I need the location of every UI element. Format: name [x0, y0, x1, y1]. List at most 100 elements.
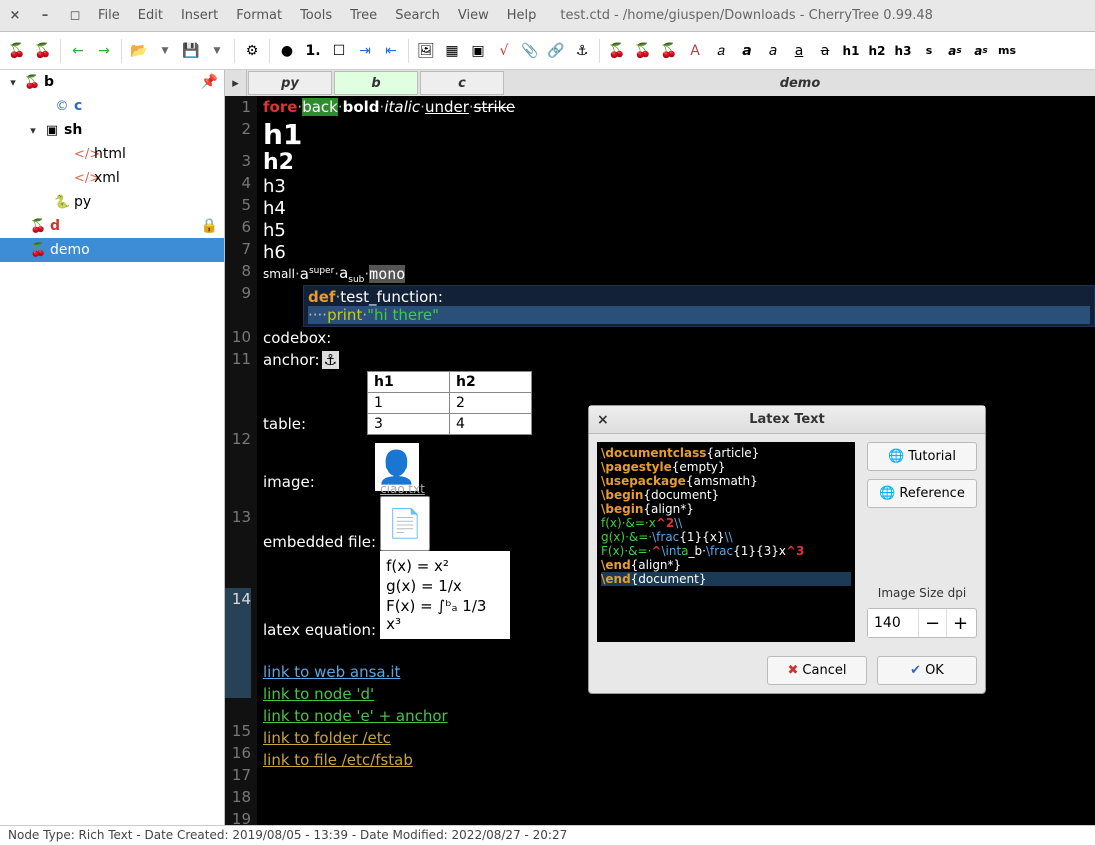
dpi-label: Image Size dpi [867, 586, 977, 600]
bold-text: bold [343, 98, 380, 116]
menu-file[interactable]: File [98, 8, 120, 23]
cherry-red-icon[interactable]: 🍒 [6, 40, 28, 62]
fg-pick-icon[interactable]: 🍒 [658, 40, 680, 62]
back-arrow-icon[interactable]: ← [67, 40, 89, 62]
insert-link-icon[interactable]: 🔗 [545, 40, 567, 62]
insert-image-icon[interactable]: 🖼 [415, 40, 437, 62]
save-icon[interactable]: 💾 [180, 40, 202, 62]
toolbar: 🍒 🍒 ← → 📂 ▼ 💾 ▼ ⚙ ● 1. ☐ ⇥ ⇤ 🖼 ▦ ▣ √ 📎 🔗… [0, 32, 1095, 70]
tree-item-c[interactable]: ©c [0, 94, 224, 118]
heading-h2: h2 [263, 150, 294, 175]
tree-item-sh[interactable]: ▾▣sh [0, 118, 224, 142]
maximize-icon[interactable]: ◻ [68, 8, 82, 23]
minimize-icon[interactable]: – [38, 8, 52, 23]
superscript-icon[interactable]: as [944, 40, 966, 62]
mono-icon[interactable]: ms [996, 40, 1018, 62]
insert-table-icon[interactable]: ▦ [441, 40, 463, 62]
dropdown-icon[interactable]: ▼ [206, 40, 228, 62]
embedded-table[interactable]: h1h2 12 34 [367, 371, 532, 435]
x-icon: ✖ [788, 663, 799, 678]
attach-file-icon[interactable]: 📎 [519, 40, 541, 62]
menu-tools[interactable]: Tools [300, 8, 332, 23]
reference-button[interactable]: 🌐Reference [867, 479, 977, 508]
titlebar: × – ◻ File Edit Insert Format Tools Tree… [0, 0, 1095, 32]
fore-text: fore [263, 98, 297, 116]
h1-icon[interactable]: h1 [840, 40, 862, 62]
execute-icon[interactable]: ⚙ [241, 40, 263, 62]
subscript-icon[interactable]: as [970, 40, 992, 62]
italic-icon[interactable]: a [762, 40, 784, 62]
dropdown-icon[interactable]: ▼ [154, 40, 176, 62]
table-label: table: [263, 415, 306, 433]
embedded-file-label: embedded file: [257, 533, 376, 551]
tree-item-html[interactable]: </>html [0, 142, 224, 166]
toggle-tree-icon[interactable]: ▸ [225, 70, 247, 96]
dpi-spinner[interactable]: − + [867, 608, 977, 638]
tree-item-demo[interactable]: 🍒demo [0, 238, 224, 262]
ok-button[interactable]: ✔OK [877, 656, 977, 685]
latex-equation-image[interactable]: f(x) = x² g(x) = 1/x F(x) = ∫ᵇₐ 1/3 x³ [380, 551, 510, 639]
menu-format[interactable]: Format [236, 8, 282, 23]
mono-text: mono [369, 265, 405, 283]
forward-arrow-icon[interactable]: → [93, 40, 115, 62]
menu-edit[interactable]: Edit [138, 8, 163, 23]
small-icon[interactable]: s [918, 40, 940, 62]
clear-format-icon[interactable]: 𝑎 [710, 40, 732, 62]
h3-icon[interactable]: h3 [892, 40, 914, 62]
numbered-list-icon[interactable]: 1. [302, 40, 324, 62]
underline-icon[interactable]: a [788, 40, 810, 62]
tree-item-xml[interactable]: </>xml [0, 166, 224, 190]
dpi-input[interactable] [868, 609, 918, 637]
check-icon: ✔ [910, 663, 921, 678]
bullet-list-icon[interactable]: ● [276, 40, 298, 62]
insert-anchor-icon[interactable]: ⚓ [571, 40, 593, 62]
tab-py[interactable]: py [248, 71, 332, 95]
link-file[interactable]: link to file /etc/fstab [263, 751, 413, 769]
close-icon[interactable]: × [8, 8, 22, 23]
fg-color-icon[interactable]: 🍒 [606, 40, 628, 62]
codebox[interactable]: def·test_function: ····print·"hi there" [303, 285, 1095, 327]
insert-latex-icon[interactable]: √ [493, 40, 515, 62]
menu-help[interactable]: Help [507, 8, 537, 23]
bold-icon[interactable]: a [736, 40, 758, 62]
cancel-button[interactable]: ✖Cancel [767, 656, 867, 685]
close-icon[interactable]: × [597, 412, 609, 428]
menu-search[interactable]: Search [395, 8, 440, 23]
link-web[interactable]: link to web ansa.it [263, 663, 400, 681]
dpi-increment[interactable]: + [946, 609, 974, 637]
tutorial-button[interactable]: 🌐Tutorial [867, 442, 977, 471]
dpi-decrement[interactable]: − [918, 609, 946, 637]
cherry-green-icon[interactable]: 🍒 [32, 40, 54, 62]
under-text: under [425, 98, 469, 116]
link-node-d[interactable]: link to node 'd' [263, 685, 374, 703]
anchor-label: anchor: [263, 351, 320, 369]
link-folder[interactable]: link to folder /etc [263, 729, 391, 747]
indent-icon[interactable]: ⇥ [354, 40, 376, 62]
bg-pick-icon[interactable]: A [684, 40, 706, 62]
tab-c[interactable]: c [420, 71, 504, 95]
anchor-icon[interactable]: ⚓ [322, 351, 339, 369]
tree-pane[interactable]: ▾🍒b📌©c▾▣sh</>html</>xml🐍py🍒d🔒🍒demo [0, 70, 225, 825]
dialog-titlebar: × Latex Text [589, 406, 985, 434]
todo-list-icon[interactable]: ☐ [328, 40, 350, 62]
link-node-e[interactable]: link to node 'e' + anchor [263, 707, 448, 725]
bg-color-icon[interactable]: 🍒 [632, 40, 654, 62]
tree-item-py[interactable]: 🐍py [0, 190, 224, 214]
latex-code-editor[interactable]: \documentclass{article}\pagestyle{empty}… [597, 442, 855, 642]
embedded-file[interactable]: 📄 [380, 496, 430, 551]
menubar: File Edit Insert Format Tools Tree Searc… [98, 8, 536, 23]
tree-item-d[interactable]: 🍒d🔒 [0, 214, 224, 238]
outdent-icon[interactable]: ⇤ [380, 40, 402, 62]
menu-tree[interactable]: Tree [350, 8, 377, 23]
h2-icon[interactable]: h2 [866, 40, 888, 62]
menu-insert[interactable]: Insert [181, 8, 218, 23]
tree-item-b[interactable]: ▾🍒b📌 [0, 70, 224, 94]
heading-h1: h1 [263, 118, 302, 151]
tab-b[interactable]: b [334, 71, 418, 95]
folder-open-icon[interactable]: 📂 [128, 40, 150, 62]
menu-view[interactable]: View [458, 8, 489, 23]
back-text: back [302, 98, 338, 116]
insert-codebox-icon[interactable]: ▣ [467, 40, 489, 62]
strike-icon[interactable]: a [814, 40, 836, 62]
tab-strip: ▸ py b c demo [225, 70, 1095, 96]
